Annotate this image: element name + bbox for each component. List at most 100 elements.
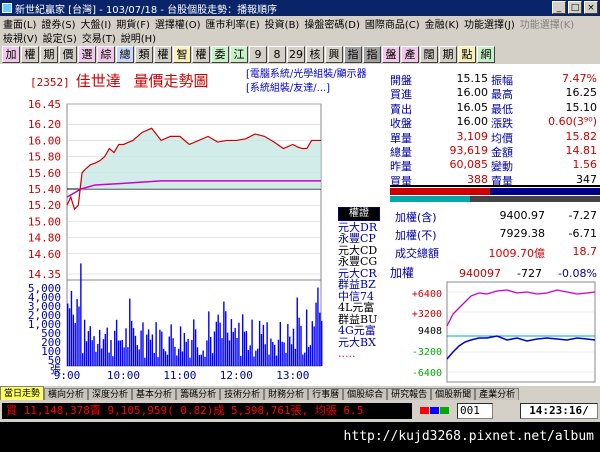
toolbar-button[interactable]: 權 (192, 45, 210, 63)
tab-7[interactable]: 行事曆 (308, 388, 344, 400)
menu-item[interactable]: 操盤密碼(D) (304, 16, 360, 31)
chart-title: [2352] 佳世達 量價走勢圖 (30, 70, 209, 91)
menu-item[interactable]: 期貨(F) (116, 16, 150, 31)
page-counter[interactable]: 001 (457, 403, 493, 419)
quote-value: 60,085 (449, 158, 489, 172)
menu-bar: 畫面(L) 證券(S) 大盤(I) 期貨(F) 選擇權(O) 匯市利率(E) 投資(B) 操盤… (0, 16, 600, 45)
menu-item[interactable]: 檢視(V) (3, 30, 38, 45)
price-tick: 14.60 (28, 248, 61, 261)
volume-bar (264, 344, 266, 366)
warrant-item[interactable]: 群益BZ (338, 279, 380, 291)
toolbar-button[interactable]: 產 (401, 45, 419, 63)
toolbar-button[interactable]: 闊 (420, 45, 438, 63)
volume-bar (236, 337, 238, 366)
warrant-item[interactable]: 4G元富 (338, 325, 380, 337)
volume-bar (304, 352, 306, 366)
toolbar-button[interactable]: 江 (230, 45, 248, 63)
maximize-button[interactable]: □ (568, 1, 582, 14)
menu-item[interactable]: 金融(K) (425, 16, 459, 31)
mini-ytick: -3200 (412, 347, 442, 358)
volume-bar (225, 311, 227, 366)
tab-1[interactable]: 橫向分析 (44, 388, 89, 400)
volume-bar (300, 325, 302, 366)
menu-item[interactable]: 匯市利率(E) (206, 16, 260, 31)
status-bar: 買 11,148,378賣 9,105,959( 0.82)成 5,398,76… (0, 400, 600, 422)
menu-item[interactable]: 大盤(I) (81, 16, 112, 31)
volume-bar (114, 330, 116, 366)
quote-value: 16.00 (456, 86, 489, 100)
index-label: 加權(含) (395, 211, 437, 224)
tab-8[interactable]: 個股綜合 (343, 388, 388, 400)
menu-item[interactable]: 說明(H) (121, 30, 156, 45)
quote-row: 單量 3,109 均價 15.82 (387, 130, 600, 145)
close-button[interactable]: × (584, 1, 598, 14)
tab-6[interactable]: 財務分析 (264, 388, 309, 400)
menu-item[interactable]: 選擇權(O) (155, 16, 201, 31)
volume-bar (193, 319, 195, 366)
warrant-item[interactable]: 永豐CP (338, 233, 380, 245)
toolbar-button[interactable]: 選 (78, 45, 96, 63)
quote-value: 14.81 (565, 144, 598, 157)
toolbar-button[interactable]: 網 (477, 45, 495, 63)
volume-bar (68, 308, 71, 366)
menu-item[interactable]: 交易(T) (82, 30, 116, 45)
menu-item[interactable]: 畫面(L) (3, 16, 36, 31)
mini-ytick: -6400 (412, 368, 442, 379)
tab-3[interactable]: 基本分析 (132, 388, 177, 400)
menu-item[interactable]: 國際商品(C) (365, 16, 420, 31)
main-panel: 16.45 16.20 16.00 15.80 15.60 15.40 15.20 15.00… (0, 64, 600, 386)
toolbar-button[interactable]: 價 (59, 45, 77, 63)
quote-row: 收盤 16.00 漲跌 0.60(3⁹⁰) (387, 115, 600, 130)
tab-9[interactable]: 研究報告 (387, 388, 432, 400)
toolbar-button[interactable]: 類 (135, 45, 153, 63)
toolbar-button[interactable]: 加 (2, 45, 20, 63)
toolbar-button[interactable]: 點 (458, 45, 476, 63)
menu-item[interactable]: 功能選擇(J) (464, 16, 515, 31)
volume-bar (211, 353, 214, 366)
toolbar-button[interactable]: 指 (363, 45, 381, 63)
warrant-item[interactable]: ..... (338, 348, 380, 360)
index-change: -7.27 (568, 209, 597, 222)
industry-category[interactable]: [電腦系統/光學組裝/顯示器 [系統組裝/友達/...] (246, 68, 367, 96)
volume-bar (119, 340, 122, 366)
tab-4[interactable]: 籌碼分析 (176, 388, 221, 400)
warrant-item[interactable]: 4L元富 (338, 302, 380, 314)
toolbar-button[interactable]: 權 (154, 45, 172, 63)
minimize-button[interactable]: _ (552, 1, 566, 14)
toolbar-button[interactable]: 9 (249, 45, 267, 63)
price-tick: 15.00 (28, 215, 61, 228)
volume-bar (142, 322, 144, 366)
toolbar-button[interactable]: 盤 (382, 45, 400, 63)
volume-bar (166, 354, 169, 366)
warrant-item[interactable]: 永豐CG (338, 256, 380, 268)
analysis-tabs: 當日走勢 橫向分析 深度分析 基本分析 籌碼分析 技術分析 財務分析 行事曆 個股綜合 研究報告個… (0, 386, 600, 400)
menu-item[interactable]: 證券(S) (41, 16, 75, 31)
menu-item[interactable]: 投資(B) (265, 16, 300, 31)
warrant-header[interactable]: 權證 (338, 207, 380, 221)
toolbar-button[interactable]: 興 (325, 45, 343, 63)
toolbar-button[interactable]: 核 (306, 45, 324, 63)
tab-11[interactable]: 產業分析 (475, 388, 520, 400)
tab-5[interactable]: 技術分析 (220, 388, 265, 400)
toolbar-button[interactable]: 8 (268, 45, 286, 63)
tab-0[interactable]: 當日走勢 (0, 386, 45, 400)
window-title: 新世紀贏家 [台灣] - 103/07/18 - 台股個股走勢：播報順序 (15, 4, 278, 16)
menu-item[interactable]: 功能選擇(K) (520, 16, 574, 31)
toolbar-button[interactable]: 指 (344, 45, 362, 63)
toolbar-button[interactable]: 29 (287, 45, 305, 63)
toolbar-button[interactable]: 綜 (97, 45, 115, 63)
menu-item[interactable]: 設定(S) (43, 30, 77, 45)
toolbar-button[interactable]: 期 (40, 45, 58, 63)
tab-10[interactable]: 個股新聞 (431, 388, 476, 400)
tab-2[interactable]: 深度分析 (88, 388, 133, 400)
toolbar-button[interactable]: 委 (211, 45, 229, 63)
toolbar-button[interactable]: 總 (116, 45, 134, 63)
toolbar-button[interactable]: 期 (439, 45, 457, 63)
volume-bar (313, 326, 315, 366)
volume-bar (83, 319, 86, 366)
volume-bar (155, 322, 157, 366)
volume-bar (315, 302, 317, 366)
volume-bar (76, 299, 78, 366)
toolbar-button[interactable]: 權 (21, 45, 39, 63)
toolbar-button[interactable]: 智 (173, 45, 191, 63)
